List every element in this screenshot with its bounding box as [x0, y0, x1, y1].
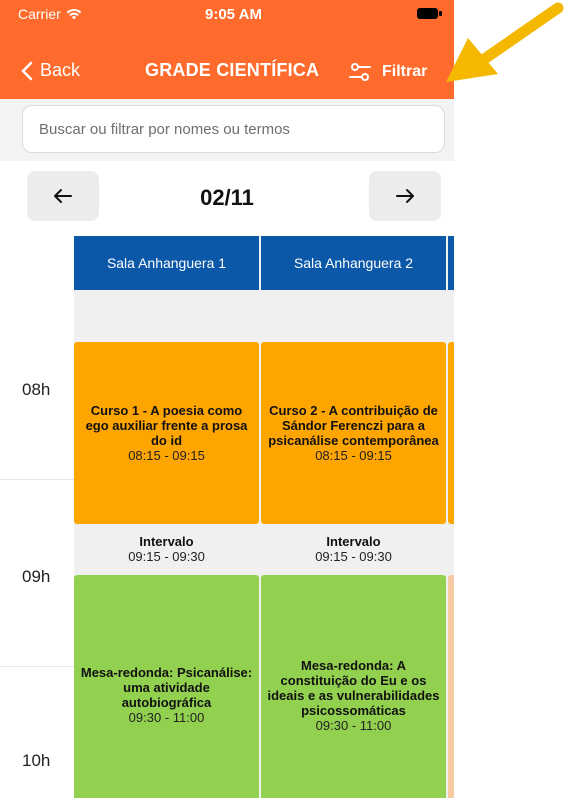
room-header: [448, 236, 454, 290]
search-area: Buscar ou filtrar por nomes ou termos: [0, 99, 454, 161]
room-header: Sala Anhanguera 2: [261, 236, 446, 290]
pointer-arrow-icon: [446, 2, 564, 82]
filter-button[interactable]: Filtrar: [348, 60, 427, 84]
wifi-icon: [66, 8, 82, 20]
arrow-right-icon: [396, 189, 414, 203]
status-time: 9:05 AM: [205, 6, 262, 23]
interval-title: Intervalo: [326, 534, 381, 549]
session-card[interactable]: Mesa-redonda: Psicanálise: uma atividade…: [74, 575, 259, 798]
interval-time: 09:15 - 09:30: [128, 549, 205, 564]
navigation-bar: Back GRADE CIENTÍFICA Filtrar: [0, 48, 454, 98]
session-time: 09:30 - 11:00: [128, 710, 205, 725]
interval-card[interactable]: Intervalo 09:15 - 09:30: [74, 526, 259, 572]
carrier: Carrier: [18, 6, 82, 22]
battery-icon: [417, 8, 442, 19]
session-title: Curso 1 - A poesia como ego auxiliar fre…: [85, 403, 248, 448]
session-card[interactable]: Curso 2 - A contribuição de Sándor Feren…: [261, 342, 446, 524]
interval-title: Intervalo: [139, 534, 194, 549]
room-header: Sala Anhanguera 1: [74, 236, 259, 290]
back-button[interactable]: Back: [20, 60, 80, 81]
hour-divider: [0, 479, 74, 480]
hour-divider: [0, 666, 74, 667]
schedule-grid: Sala Anhanguera 1 Sala Anhanguera 2 Curs…: [74, 236, 454, 798]
session-title: Curso 2 - A contribuição de Sándor Feren…: [268, 403, 439, 448]
session-card[interactable]: Mesa-redonda: A constituição do Eu e os …: [261, 575, 446, 798]
session-time: 09:30 - 11:00: [315, 717, 392, 733]
session-card[interactable]: [448, 342, 454, 524]
search-placeholder: Buscar ou filtrar por nomes ou termos: [39, 121, 290, 138]
interval-card[interactable]: Intervalo 09:15 - 09:30: [261, 526, 446, 572]
session-time: 08:15 - 09:15: [128, 448, 205, 463]
page-title: GRADE CIENTÍFICA: [145, 60, 320, 80]
session-title: Mesa-redonda: Psicanálise: uma atividade…: [80, 665, 253, 710]
session-card[interactable]: [448, 575, 454, 798]
status-bar: Carrier 9:05 AM: [0, 0, 454, 42]
session-card[interactable]: Curso 1 - A poesia como ego auxiliar fre…: [74, 342, 259, 524]
filter-sliders-icon: [349, 63, 371, 81]
search-input[interactable]: Buscar ou filtrar por nomes ou termos: [22, 105, 445, 153]
filter-label: Filtrar: [382, 63, 428, 80]
next-day-button[interactable]: [369, 171, 441, 221]
date-selector: 02/11: [0, 161, 454, 233]
top-bar: Carrier 9:05 AM Back GRADE CIENTÍFICA Fi…: [0, 0, 454, 99]
interval-time: 09:15 - 09:30: [315, 549, 392, 564]
hour-label-09: 09h: [22, 567, 51, 586]
hour-label-08: 08h: [22, 380, 51, 399]
back-label: Back: [40, 60, 81, 80]
session-time: 08:15 - 09:15: [315, 448, 392, 463]
carrier-label: Carrier: [18, 6, 61, 22]
chevron-left-icon: [21, 61, 33, 80]
session-title: Mesa-redonda: A constituição do Eu e os …: [267, 657, 440, 718]
hour-label-10: 10h: [22, 751, 51, 770]
